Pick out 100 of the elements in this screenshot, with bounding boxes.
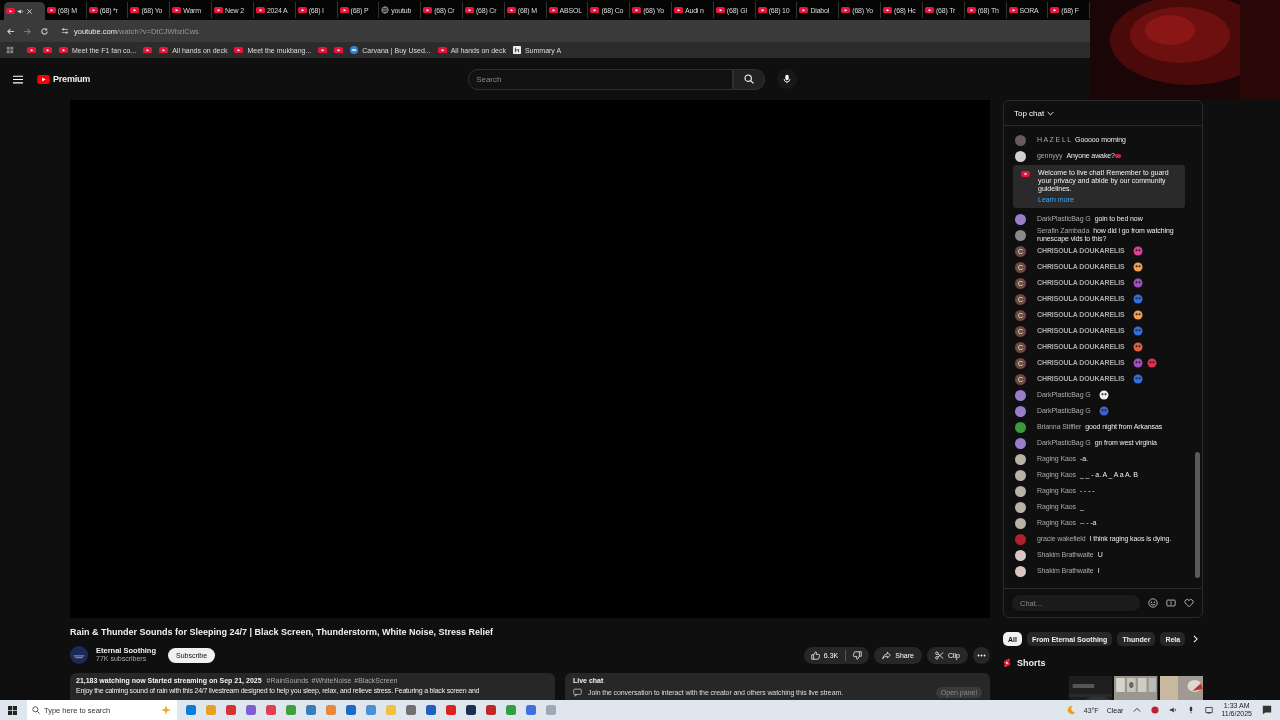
- youtube-icon: [297, 6, 307, 14]
- bookmark[interactable]: [43, 46, 52, 54]
- youtube-icon: [172, 6, 182, 14]
- search-icon: [32, 706, 40, 714]
- youtube-icon: [27, 46, 36, 54]
- youtube-icon: [6, 7, 15, 15]
- chevron-up-icon[interactable]: [1133, 706, 1142, 714]
- sparkle-icon: [161, 705, 171, 715]
- youtube-icon: [590, 6, 600, 14]
- youtube-icon: [214, 6, 224, 14]
- bookmark[interactable]: [318, 46, 328, 54]
- youtube-icon: [799, 6, 809, 14]
- youtube-icon: [46, 6, 56, 14]
- user-avatar[interactable]: [1015, 565, 1026, 577]
- youtube-icon: [159, 46, 169, 54]
- search-field[interactable]: Search: [468, 68, 734, 90]
- user-avatar[interactable]: [1015, 549, 1026, 561]
- emoji-button[interactable]: [1148, 598, 1158, 608]
- youtube-icon: [966, 6, 976, 14]
- youtube-icon: [1021, 171, 1030, 177]
- microphone-icon: [782, 74, 793, 84]
- search-button[interactable]: [733, 68, 766, 90]
- globe-icon: [381, 6, 390, 14]
- youtube-icon: [757, 6, 767, 14]
- youtube-icon: [883, 6, 893, 14]
- browser-tab[interactable]: [4, 2, 45, 20]
- bookmark[interactable]: [334, 46, 344, 54]
- youtube-icon: [143, 46, 153, 54]
- site-info-icon[interactable]: [61, 27, 69, 35]
- youtube-icon: [334, 46, 344, 54]
- user-avatar[interactable]: [1015, 485, 1026, 497]
- youtube-icon: [255, 6, 265, 14]
- heart-button[interactable]: [1184, 598, 1194, 608]
- user-avatar[interactable]: [1015, 213, 1026, 225]
- chat-mode-dropdown[interactable]: Top chat: [1014, 108, 1055, 118]
- youtube-icon: [924, 6, 934, 14]
- youtube-icon: [674, 6, 683, 14]
- app-icon[interactable]: [425, 704, 437, 716]
- user-avatar[interactable]: [1015, 150, 1026, 162]
- share-arrow-icon: [882, 650, 892, 660]
- voice-search-button[interactable]: [777, 69, 798, 89]
- bookmark[interactable]: [143, 46, 153, 54]
- scissors-icon: [934, 650, 944, 660]
- youtube-icon: [318, 46, 328, 54]
- user-avatar[interactable]: [1015, 229, 1026, 241]
- back-icon[interactable]: [6, 26, 15, 36]
- user-avatar[interactable]: [1015, 405, 1026, 417]
- chevron-right-icon[interactable]: [1193, 635, 1199, 643]
- channel-avatar[interactable]: [70, 646, 88, 664]
- forward-icon[interactable]: [23, 26, 32, 36]
- user-avatar[interactable]: [1015, 517, 1026, 529]
- youtube-icon: [464, 6, 474, 14]
- youtube-icon: [548, 6, 558, 14]
- user-avatar[interactable]: [1015, 469, 1026, 481]
- search-icon: [744, 74, 755, 84]
- app-icon[interactable]: [1151, 706, 1160, 714]
- speaker-icon[interactable]: [17, 7, 24, 15]
- youtube-icon: [437, 46, 447, 54]
- user-avatar[interactable]: [1015, 389, 1026, 401]
- caret-icon: [1047, 110, 1055, 116]
- apps-icon[interactable]: [6, 46, 14, 54]
- user-avatar[interactable]: [1015, 437, 1026, 449]
- youtube-icon: [59, 46, 68, 54]
- shorts-icon: [1003, 658, 1011, 668]
- speaker-icon[interactable]: [1169, 706, 1178, 714]
- car-icon: [350, 46, 359, 54]
- user-avatar[interactable]: [1015, 453, 1026, 465]
- youtube-icon: [841, 6, 851, 14]
- youtube-icon: [1008, 6, 1018, 14]
- youtube-icon: [130, 6, 140, 14]
- video-title: Rain & Thunder Sounds for Sleeping 24/7 | Black Screen, Thunderstorm, White Noise, Stress Relief: [70, 626, 495, 638]
- bookmark[interactable]: [27, 46, 36, 54]
- youtube-icon: [632, 6, 642, 14]
- youtube-icon: [37, 74, 50, 84]
- chat-icon: [573, 688, 582, 697]
- app-icon[interactable]: [485, 704, 497, 716]
- heart-icon: [1184, 598, 1194, 608]
- super-chat-button[interactable]: [1166, 598, 1176, 608]
- youtube-icon: [715, 6, 725, 14]
- reload-icon[interactable]: [40, 26, 49, 36]
- notification-icon[interactable]: [1262, 705, 1272, 715]
- app-icon[interactable]: [465, 704, 477, 716]
- thumbs-up-icon: [810, 650, 820, 660]
- more-button[interactable]: [973, 646, 990, 664]
- youtube-icon: [43, 46, 52, 54]
- close-icon[interactable]: [26, 7, 33, 15]
- thumbs-down-icon: [853, 650, 863, 660]
- windows-start-icon[interactable]: [8, 705, 17, 715]
- youtube-icon: [339, 6, 349, 14]
- menu-icon[interactable]: [13, 74, 23, 84]
- network-icon[interactable]: [1205, 706, 1214, 714]
- home-link[interactable]: Premium: [37, 74, 91, 84]
- user-avatar[interactable]: [1015, 501, 1026, 513]
- user-avatar[interactable]: [1015, 421, 1026, 433]
- section-title: Shorts: [1017, 658, 1046, 668]
- youtube-icon: [88, 6, 98, 14]
- youtube-icon: [423, 6, 433, 14]
- youtube-icon: [234, 46, 244, 54]
- youtube-icon: [1050, 6, 1060, 14]
- scrollbar-thumb[interactable]: [1195, 452, 1200, 578]
